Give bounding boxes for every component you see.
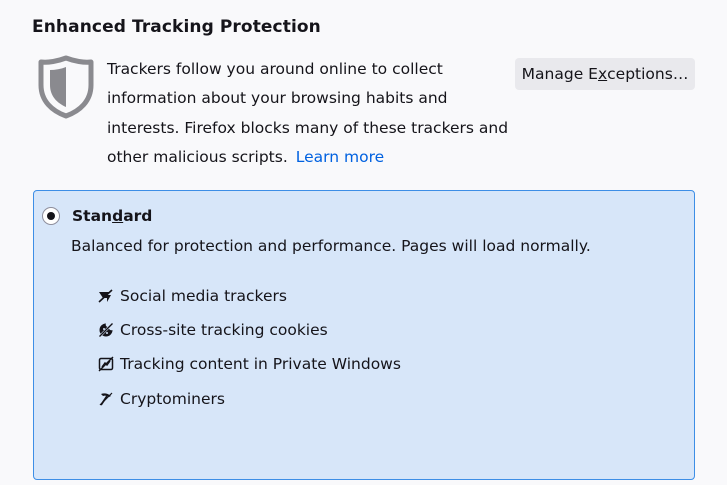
standard-option-box[interactable]: Standard Balanced for protection and per… — [33, 190, 695, 480]
list-item: Cryptominers — [98, 375, 401, 422]
section-title: Enhanced Tracking Protection — [32, 17, 321, 37]
manage-exceptions-button[interactable]: Manage Ex ceptions… — [515, 58, 695, 90]
standard-description: Balanced for protection and performance.… — [71, 237, 591, 255]
standard-label-mnemonic: d — [112, 207, 124, 225]
intro-text: Trackers follow you around online to col… — [107, 55, 517, 172]
cookie-icon — [98, 322, 114, 338]
manage-exceptions-label-pre: Manage E — [521, 65, 598, 83]
shield-icon — [38, 55, 94, 119]
learn-more-link[interactable]: Learn more — [296, 148, 384, 166]
manage-exceptions-label-post: ceptions… — [607, 65, 689, 83]
standard-radio[interactable] — [42, 207, 60, 225]
standard-label-post: ard — [123, 207, 153, 225]
cryptominer-icon — [99, 392, 113, 406]
standard-radio-row[interactable]: Standard — [42, 207, 152, 225]
blocked-item-label: Tracking content in Private Windows — [120, 355, 401, 374]
blocked-item-label: Cross-site tracking cookies — [120, 320, 328, 339]
standard-label: Standard — [72, 207, 152, 225]
blocked-item-label: Cryptominers — [120, 389, 225, 408]
standard-label-pre: Stan — [72, 207, 113, 225]
radio-selected-dot — [47, 212, 55, 220]
tracking-content-icon — [98, 356, 114, 372]
social-media-tracker-icon — [98, 289, 113, 303]
blocked-items-list: Social media trackers Cross-site trackin… — [98, 284, 401, 422]
enhanced-tracking-protection-panel: Enhanced Tracking Protection Trackers fo… — [0, 0, 727, 485]
blocked-item-label: Social media trackers — [120, 286, 287, 305]
manage-exceptions-mnemonic: x — [597, 65, 608, 83]
